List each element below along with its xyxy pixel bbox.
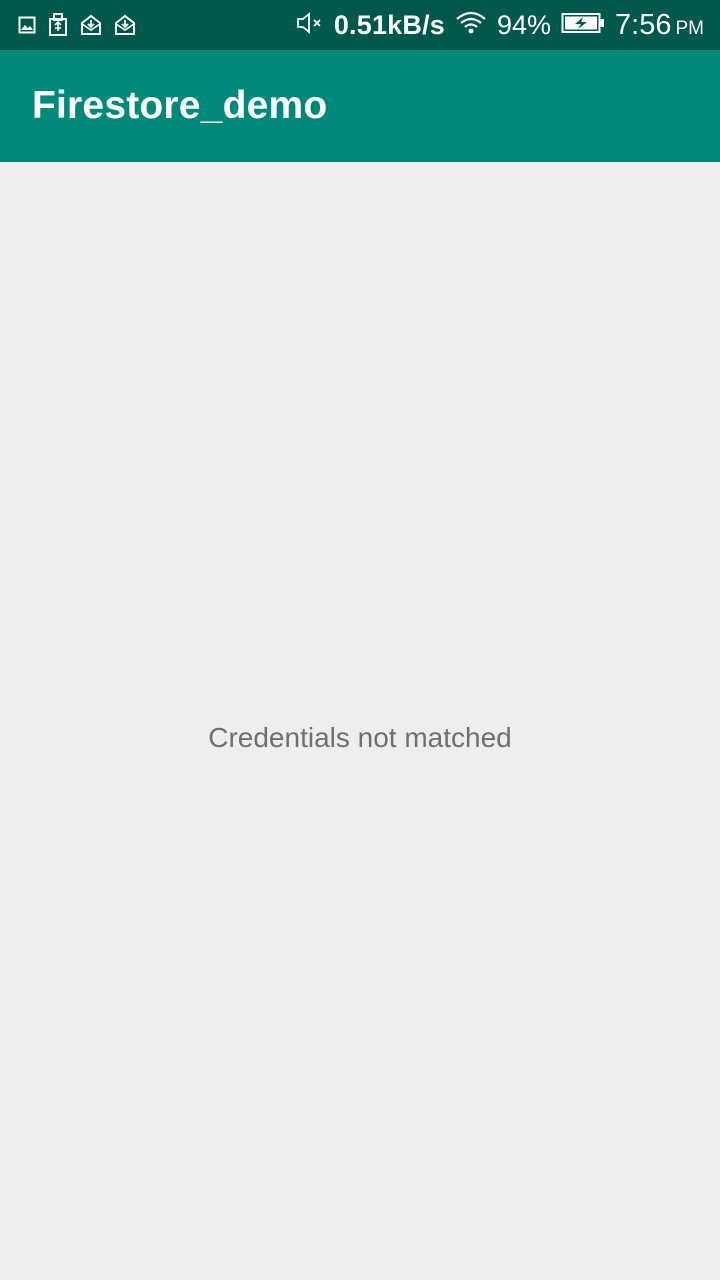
mute-icon xyxy=(296,11,324,40)
notification-icons xyxy=(0,13,136,37)
status-indicators: 0.51kB/s 94% 7:56 PM xyxy=(296,9,720,42)
clock: 7:56 PM xyxy=(615,9,704,42)
status-bar: 0.51kB/s 94% 7:56 PM xyxy=(0,0,720,50)
battery-charging-icon xyxy=(561,12,605,39)
status-message: Credentials not matched xyxy=(208,722,512,753)
app-title: Firestore_demo xyxy=(32,84,328,127)
mail-download-icon xyxy=(80,14,102,36)
wifi-icon xyxy=(455,10,487,41)
gallery-icon xyxy=(18,16,36,34)
clock-suffix: PM xyxy=(675,17,705,39)
usb-icon xyxy=(48,13,68,37)
main-content: Credentials not matched xyxy=(0,162,720,1280)
mail-download-icon xyxy=(114,14,136,36)
battery-percent: 94% xyxy=(497,9,552,40)
network-speed: 0.51kB/s xyxy=(333,9,445,40)
clock-time: 7:56 xyxy=(615,8,672,41)
app-bar: Firestore_demo xyxy=(0,50,720,162)
